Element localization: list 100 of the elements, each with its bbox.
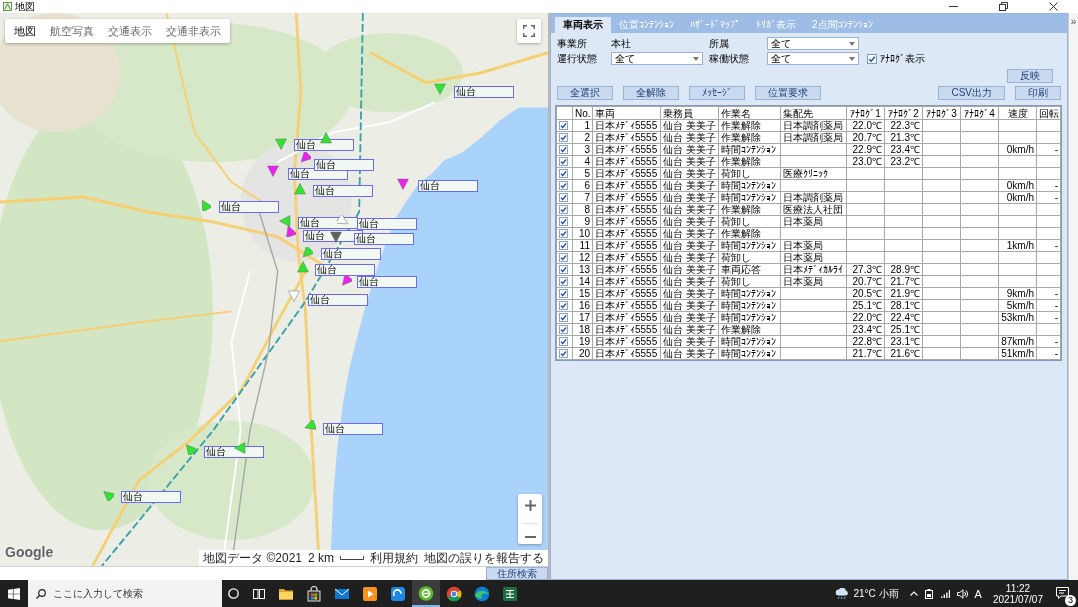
swirl-icon[interactable] bbox=[390, 585, 406, 602]
triangle-marker-icon[interactable] bbox=[234, 442, 246, 454]
checkbox[interactable] bbox=[559, 241, 568, 250]
marker-label[interactable]: 仙台 bbox=[321, 248, 381, 260]
checkbox[interactable] bbox=[559, 337, 568, 346]
checkbox[interactable] bbox=[559, 253, 568, 262]
checkbox[interactable] bbox=[559, 301, 568, 310]
cloud-rain-icon[interactable] bbox=[835, 588, 850, 599]
marker-label[interactable]: 仙台 bbox=[314, 159, 374, 171]
dropdown[interactable]: 全て bbox=[767, 37, 859, 50]
tab[interactable]: 車両表示 bbox=[555, 17, 611, 33]
marker-label[interactable]: 仙台 bbox=[294, 139, 354, 151]
triangle-marker-icon[interactable] bbox=[320, 132, 332, 144]
checkbox[interactable] bbox=[559, 145, 568, 154]
marker-label[interactable]: 仙台 bbox=[454, 86, 514, 98]
speaker-icon[interactable] bbox=[956, 588, 968, 599]
checkbox[interactable] bbox=[559, 121, 568, 130]
toolbar-button[interactable]: 位置要求 bbox=[755, 86, 821, 100]
marker-label[interactable]: 仙台 bbox=[418, 180, 478, 192]
battery-icon[interactable] bbox=[924, 588, 933, 599]
plus-icon[interactable] bbox=[524, 500, 536, 511]
checkbox[interactable] bbox=[867, 53, 877, 64]
toolbar-button[interactable]: 全選択 bbox=[557, 86, 613, 100]
ring-logo-icon[interactable] bbox=[412, 580, 440, 607]
close-icon[interactable] bbox=[1048, 2, 1058, 11]
marker-label[interactable]: 仙台 bbox=[323, 423, 383, 435]
round-logo-icon[interactable] bbox=[446, 585, 462, 602]
triangle-marker-icon[interactable] bbox=[434, 83, 446, 95]
toolbar-button[interactable]: 印刷 bbox=[1015, 86, 1061, 100]
triangle-marker-icon[interactable] bbox=[297, 261, 309, 273]
play-icon[interactable] bbox=[362, 585, 378, 602]
marker-label[interactable]: 仙台 bbox=[204, 446, 264, 458]
map-type-tab[interactable]: 地図 bbox=[7, 19, 43, 43]
map-type-tab[interactable]: 航空写真 bbox=[43, 19, 101, 43]
checkbox[interactable] bbox=[559, 313, 568, 322]
checkbox[interactable] bbox=[559, 181, 568, 190]
triangle-marker-icon[interactable] bbox=[299, 152, 311, 164]
start-icon[interactable] bbox=[8, 587, 20, 600]
toolbar-button[interactable]: CSV出力 bbox=[938, 86, 1005, 100]
checkbox[interactable] bbox=[559, 169, 568, 178]
checkbox[interactable] bbox=[559, 277, 568, 286]
chevron-up-icon[interactable] bbox=[909, 591, 918, 596]
minus-icon[interactable] bbox=[524, 536, 536, 538]
fullscreen-button[interactable] bbox=[517, 19, 541, 43]
triangle-marker-icon[interactable] bbox=[284, 225, 296, 237]
apply-button[interactable]: 反映 bbox=[1007, 69, 1053, 83]
checkbox[interactable] bbox=[559, 157, 568, 166]
map-type-tab[interactable]: 交通表示 bbox=[101, 19, 159, 43]
checkbox[interactable] bbox=[559, 265, 568, 274]
toolbar-button[interactable]: ﾒｯｾｰｼﾞ bbox=[689, 86, 745, 100]
restore-icon[interactable] bbox=[998, 2, 1008, 11]
checkbox[interactable] bbox=[559, 205, 568, 214]
triangle-marker-icon[interactable] bbox=[340, 275, 352, 287]
checkbox[interactable] bbox=[559, 217, 568, 226]
triangle-marker-icon[interactable] bbox=[337, 215, 349, 227]
map-link[interactable]: 地図の誤りを報告する bbox=[424, 550, 544, 566]
checkbox[interactable] bbox=[559, 349, 568, 358]
map-link[interactable]: 利用規約 bbox=[370, 550, 418, 566]
task-view-icon[interactable] bbox=[252, 588, 265, 599]
map-type-tab[interactable]: 交通非表示 bbox=[159, 19, 228, 43]
triangle-marker-icon[interactable] bbox=[199, 199, 211, 211]
marker-label[interactable]: 仙台 bbox=[219, 201, 279, 213]
marker-label[interactable]: 仙台 bbox=[315, 264, 375, 276]
triangle-marker-icon[interactable] bbox=[301, 247, 313, 259]
dropdown[interactable]: 全て bbox=[611, 52, 703, 65]
checkbox[interactable] bbox=[559, 325, 568, 334]
marker-label[interactable]: 仙台 bbox=[354, 233, 414, 245]
marker-label[interactable]: 仙台 bbox=[308, 294, 368, 306]
marker-label[interactable]: 仙台 bbox=[298, 217, 358, 229]
marker-label[interactable]: 仙台 bbox=[357, 276, 417, 288]
spreadsheet-icon[interactable] bbox=[502, 585, 518, 602]
signal-icon[interactable] bbox=[939, 588, 950, 599]
shopping-bag-icon[interactable] bbox=[306, 585, 322, 602]
minimize-icon[interactable] bbox=[948, 6, 958, 7]
clock-time[interactable]: 11:22 bbox=[1005, 582, 1031, 594]
fullscreen-icon[interactable] bbox=[523, 25, 535, 37]
notification-icon[interactable] bbox=[1056, 586, 1069, 599]
input-mode-indicator[interactable]: A bbox=[974, 587, 982, 600]
triangle-marker-icon[interactable] bbox=[294, 183, 306, 195]
triangle-marker-icon[interactable] bbox=[184, 443, 196, 455]
search-field[interactable]: ここに入力して検索 bbox=[53, 585, 213, 602]
triangle-marker-icon[interactable] bbox=[397, 178, 409, 190]
triangle-marker-icon[interactable] bbox=[279, 215, 291, 227]
address-search-button[interactable]: 住所検索 bbox=[486, 567, 548, 580]
marker-label[interactable]: 仙台 bbox=[357, 218, 417, 230]
checkbox[interactable] bbox=[559, 193, 568, 202]
wave-logo-icon[interactable] bbox=[474, 585, 490, 602]
search-box[interactable]: ここに入力して検索 bbox=[28, 580, 222, 607]
triangle-marker-icon[interactable] bbox=[330, 231, 342, 243]
toolbar-button[interactable]: 全解除 bbox=[623, 86, 679, 100]
checkbox[interactable] bbox=[559, 229, 568, 238]
triangle-marker-icon[interactable] bbox=[275, 138, 287, 150]
clock-date[interactable]: 2021/07/07 bbox=[992, 593, 1043, 605]
marker-label[interactable]: 仙台 bbox=[313, 185, 373, 197]
triangle-marker-icon[interactable] bbox=[288, 290, 300, 302]
marker-label[interactable]: 仙台 bbox=[121, 491, 181, 503]
dropdown[interactable]: 全て bbox=[767, 52, 859, 65]
triangle-marker-icon[interactable] bbox=[304, 420, 316, 432]
triangle-marker-icon[interactable] bbox=[267, 165, 279, 177]
checkbox[interactable] bbox=[559, 289, 568, 298]
